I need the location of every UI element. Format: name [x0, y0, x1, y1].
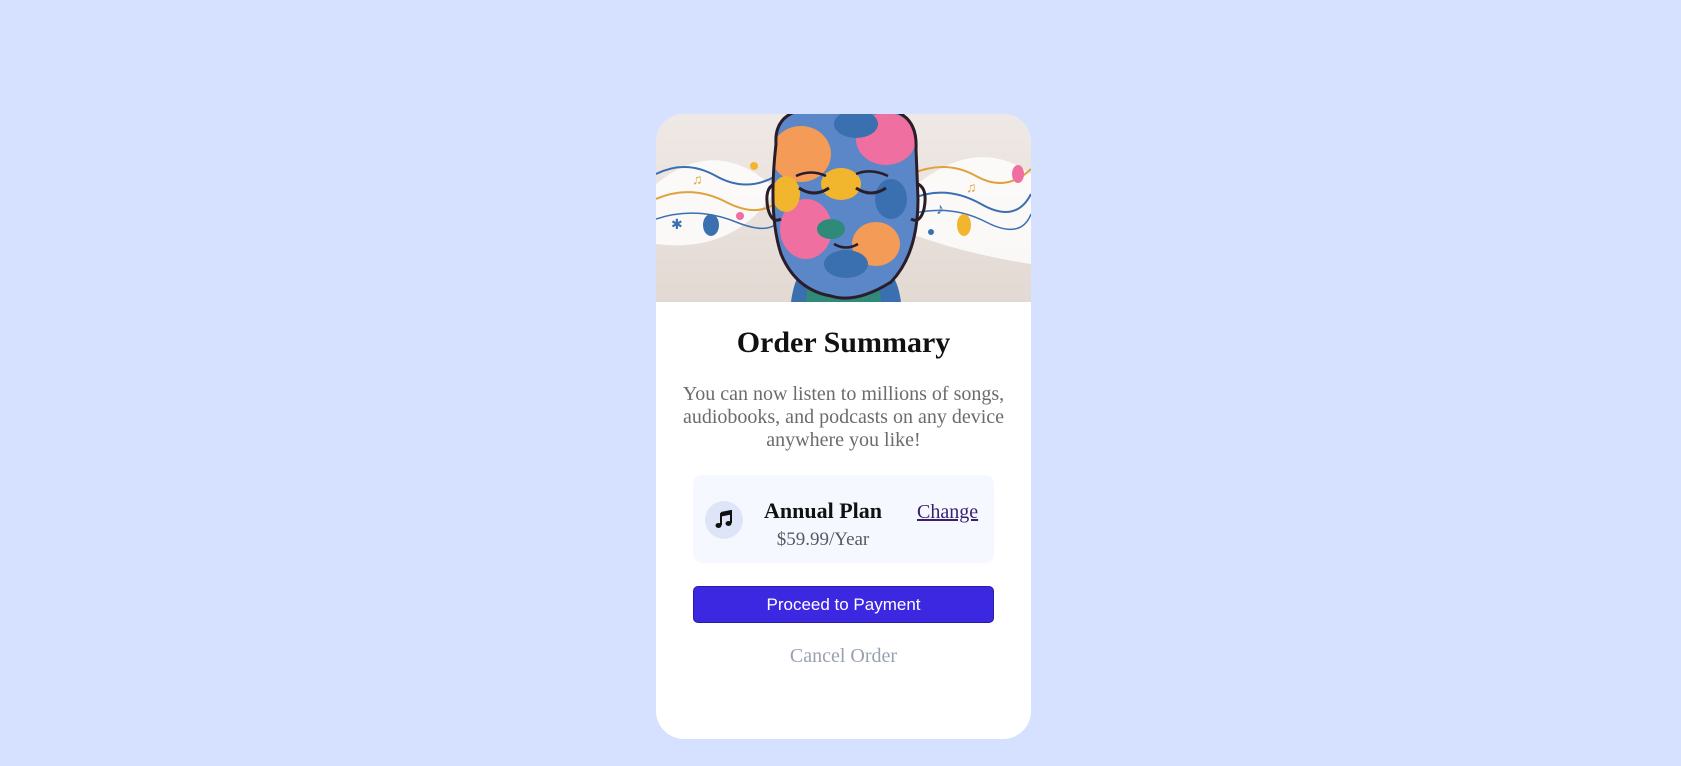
- page-title: Order Summary: [736, 326, 951, 359]
- svg-text:♫: ♫: [692, 173, 703, 188]
- svg-text:✱: ✱: [671, 218, 683, 233]
- svg-text:♫: ♫: [966, 181, 977, 196]
- plan-summary: Annual Plan $59.99/Year Change: [693, 475, 994, 563]
- proceed-to-payment-button[interactable]: Proceed to Payment: [693, 586, 994, 623]
- order-summary-card: ♫ ♫ ♪ ✱ Order Summary You can now listen…: [656, 114, 1031, 739]
- cancel-order-button[interactable]: Cancel Order: [656, 644, 1031, 668]
- plan-name: Annual Plan: [764, 498, 882, 523]
- order-description: You can now listen to millions of songs,…: [682, 383, 1005, 451]
- svg-text:♪: ♪: [936, 201, 944, 218]
- hero-illustration: ♫ ♫ ♪ ✱: [656, 114, 1031, 302]
- change-plan-link[interactable]: Change: [917, 500, 978, 524]
- plan-price: $59.99/Year: [776, 529, 870, 550]
- music-note-icon: [705, 501, 743, 539]
